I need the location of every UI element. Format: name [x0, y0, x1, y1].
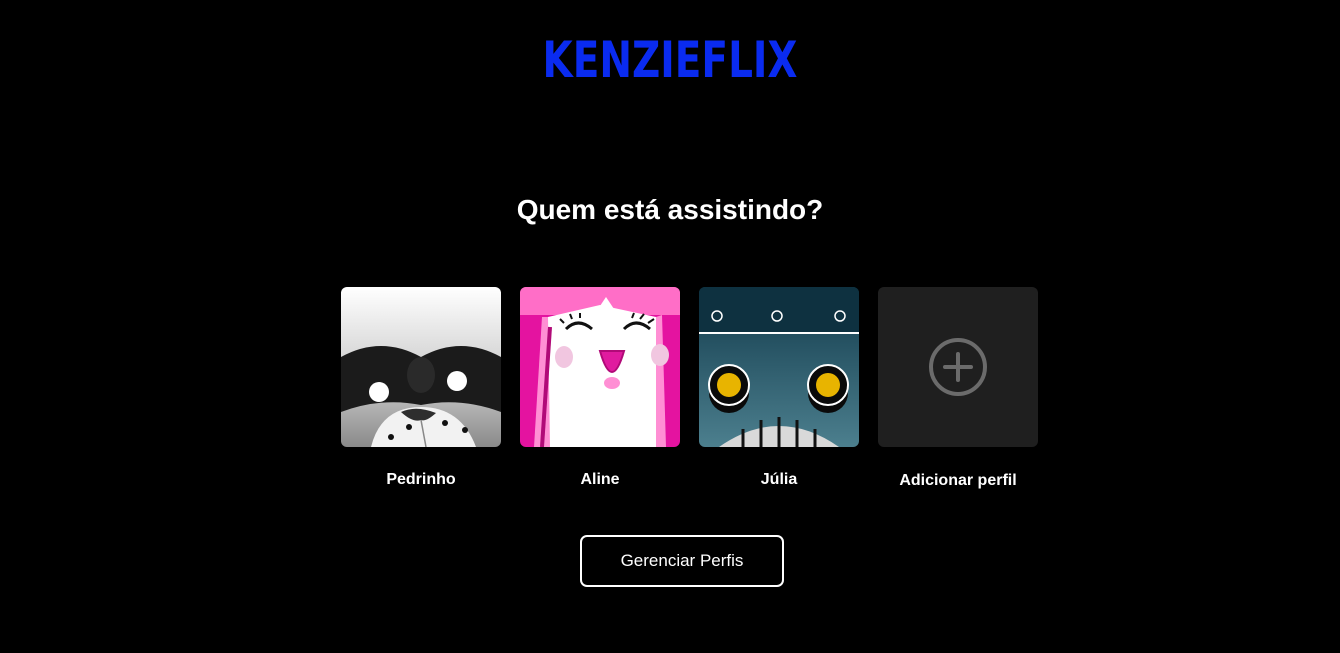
- manage-profiles-button[interactable]: Gerenciar Perfis: [580, 535, 784, 587]
- robot-avatar-icon[interactable]: [699, 287, 859, 447]
- profile-name: Aline: [580, 471, 620, 488]
- add-profile-label: Adicionar perfil: [899, 472, 1017, 489]
- panda-avatar-icon[interactable]: [341, 287, 501, 447]
- profile-aline[interactable]: Aline: [520, 287, 680, 491]
- profile-list: Pedrinho Aline Júlia Adicionar perfil: [341, 287, 1038, 491]
- plus-circle-icon: [929, 338, 987, 396]
- profile-name: Pedrinho: [386, 471, 456, 488]
- page-title: Quem está assistindo?: [516, 194, 824, 225]
- pink-smile-avatar-icon[interactable]: [520, 287, 680, 447]
- profile-name: Júlia: [760, 471, 798, 488]
- profile-select-page: KENZIEFLIX Quem está assistindo? Pedrinh…: [0, 0, 1340, 653]
- profile-julia[interactable]: Júlia: [699, 287, 859, 491]
- add-profile-tile[interactable]: [878, 287, 1038, 447]
- kenzieflix-logo[interactable]: KENZIEFLIX: [147, 30, 1192, 90]
- add-profile-button[interactable]: Adicionar perfil: [878, 287, 1038, 491]
- profile-pedrinho[interactable]: Pedrinho: [341, 287, 501, 491]
